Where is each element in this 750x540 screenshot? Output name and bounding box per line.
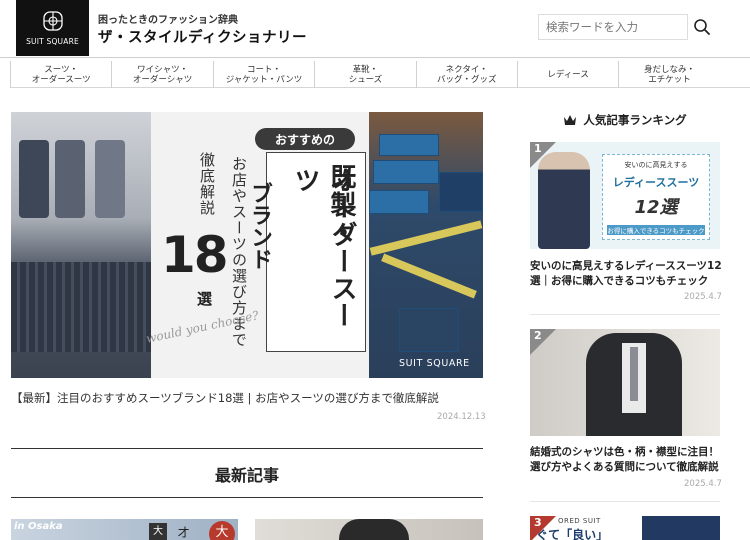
hero-subtitle-2: 徹底解説	[198, 152, 216, 216]
thumb-kanji-3: 大	[209, 521, 235, 540]
hero-brand-logo: SUIT SQUARE	[399, 358, 470, 369]
site-header: SUIT SQUARE 困ったときのファッション辞典 ザ・スタイルディクショナリ…	[0, 0, 750, 58]
hero-counter: 選	[197, 290, 213, 308]
rank-badge: 3	[530, 516, 556, 540]
hero-boxes-image	[369, 112, 483, 378]
nav-item-neckties[interactable]: ネクタイ・ バッグ・グッズ	[415, 61, 517, 88]
hero-banner[interactable]: おすすめの 既製・ オーダースーツ ブランド お店やスーツの選び方まで 徹底解説…	[11, 112, 483, 378]
latest-article-thumb-2[interactable]	[255, 519, 483, 540]
main-nav: スーツ・ オーダースーツ ワイシャツ・ オーダーシャツ コート・ ジャケット・パ…	[10, 61, 750, 88]
hero-headline-2: オーダースーツ	[290, 167, 357, 329]
ranking-item-1-title[interactable]: 安いのに高見えするレディーススーツ12選｜お得に購入できるコツもチェック	[530, 259, 722, 289]
rank1-img-line3: 12選	[634, 197, 678, 218]
hero-badge: おすすめの	[255, 128, 355, 150]
ranking-title: 人気記事ランキング	[583, 113, 687, 127]
ranking-divider	[530, 314, 720, 315]
ranking-item-2-title[interactable]: 結婚式のシャツは色・柄・襟型に注目！選び方やよくある質問について徹底解説	[530, 445, 722, 475]
ranking-heading: 人気記事ランキング	[530, 112, 720, 128]
search-icon[interactable]	[692, 17, 712, 37]
rank-badge: 2	[530, 329, 556, 355]
hero-suit-rack-image	[11, 112, 151, 378]
section-divider-top	[11, 448, 483, 449]
nav-item-grooming[interactable]: 身だしなみ・ エチケット	[618, 61, 719, 88]
site-tagline: 困ったときのファッション辞典	[98, 15, 238, 26]
logo-mark-icon	[43, 11, 63, 31]
site-title[interactable]: ザ・スタイルディクショナリー	[98, 26, 307, 47]
hero-headline-box: 既製・ オーダースーツ	[266, 152, 366, 352]
hero-date: 2024.12.13	[437, 412, 486, 422]
hero-number: 18	[161, 226, 229, 284]
crown-icon	[564, 115, 577, 125]
section-divider-bottom	[11, 497, 483, 498]
ranking-item-2-image[interactable]: 2	[530, 329, 720, 436]
nav-item-coats[interactable]: コート・ ジャケット・パンツ	[212, 61, 314, 88]
thumb-tag: in Osaka	[14, 521, 63, 532]
hero-caption-link[interactable]: 【最新】注目のおすすめスーツブランド18選 | お店やスーツの選び方まで徹底解説	[11, 390, 439, 406]
search-input[interactable]	[538, 14, 688, 40]
rank1-img-line4: お得に購入できるコツもチェック	[607, 225, 705, 235]
rank-badge: 1	[530, 142, 556, 168]
ranking-item-3-image[interactable]: ORED SUIT ぐて「良い」 3	[530, 516, 720, 540]
latest-article-thumb-1[interactable]: in Osaka 大 オ 大	[11, 519, 238, 540]
latest-articles-title: 最新記事	[214, 466, 279, 485]
nav-item-shirts[interactable]: ワイシャツ・ オーダーシャツ	[111, 61, 212, 88]
thumb-kanji-2: オ	[177, 526, 191, 540]
nav-item-shoes[interactable]: 革靴・ シューズ	[314, 61, 415, 88]
rank1-img-line2: レディーススーツ	[612, 176, 700, 189]
site-logo[interactable]: SUIT SQUARE	[16, 0, 89, 56]
thumb-kanji-1: 大	[149, 523, 167, 540]
nav-item-suits[interactable]: スーツ・ オーダースーツ	[10, 61, 111, 88]
rank3-img-line1: ORED SUIT	[558, 517, 601, 525]
ranking-item-1-date: 2025.4.7	[684, 292, 722, 302]
rank1-img-line1: 安いのに高見えする	[624, 161, 688, 169]
nav-item-ladies[interactable]: レディース	[516, 61, 618, 88]
ranking-item-2-date: 2025.4.7	[684, 479, 722, 489]
logo-text: SUIT SQUARE	[26, 37, 79, 46]
ranking-divider	[530, 501, 720, 502]
ranking-item-1-image[interactable]: 安いのに高見えする レディーススーツ 12選 お得に購入できるコツもチェック 1	[530, 142, 720, 249]
